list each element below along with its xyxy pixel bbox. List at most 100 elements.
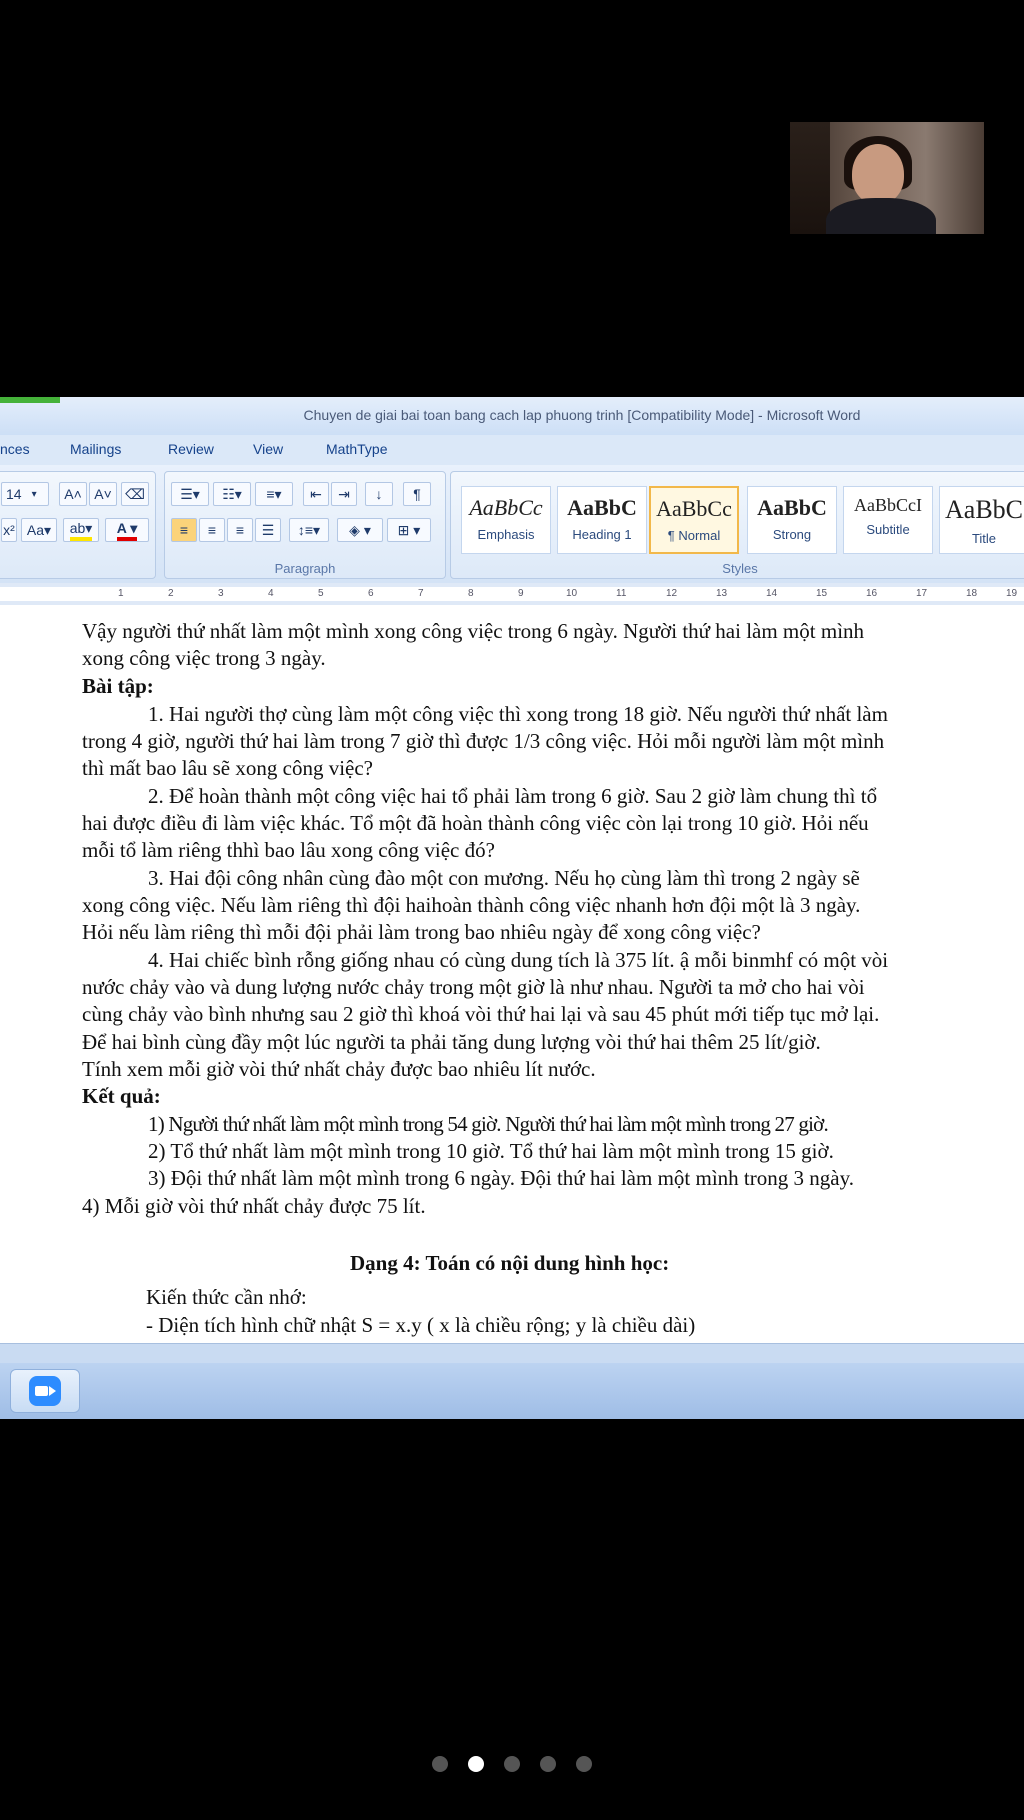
ruler-tick: 7: [418, 588, 424, 599]
style-subtitle[interactable]: AaBbCcI Subtitle: [843, 486, 933, 554]
style-title[interactable]: AaBbC Title: [939, 486, 1024, 554]
title-accent: [0, 397, 60, 403]
style-normal[interactable]: AaBbCc ¶ Normal: [649, 486, 739, 554]
page-dot[interactable]: [468, 1756, 484, 1772]
style-preview: AaBbC: [757, 495, 827, 520]
grow-font-icon: A˄: [64, 486, 82, 502]
style-name: Emphasis: [477, 527, 535, 542]
shading-button[interactable]: ◈ ▾: [337, 518, 383, 542]
window-title: Chuyen de giai bai toan bang cach lap ph…: [303, 407, 861, 423]
bullets-button[interactable]: ☰▾: [171, 482, 209, 506]
ruler-tick: 12: [666, 588, 678, 599]
document-body[interactable]: Vậy người thứ nhất làm một mình xong côn…: [0, 605, 1024, 1343]
doc-line: 3) Đội thứ nhất làm một mình trong 6 ngà…: [148, 1166, 854, 1190]
highlight-button[interactable]: ab▾: [63, 518, 99, 542]
doc-line: Vậy người thứ nhất làm một mình xong côn…: [82, 619, 865, 643]
ruler-tick: 5: [318, 588, 324, 599]
zoom-camera-icon: [29, 1376, 61, 1406]
ruler-tick: 11: [616, 588, 627, 599]
style-preview: AaBbCc: [469, 495, 543, 520]
doc-line: 2) Tổ thứ nhất làm một mình trong 10 giờ…: [148, 1139, 834, 1163]
style-preview: AaBbC: [567, 495, 637, 520]
borders-button[interactable]: ⊞ ▾: [387, 518, 431, 542]
clear-format-button[interactable]: ⌫: [121, 482, 149, 506]
doc-line: xong công việc. Nếu làm riêng thì đội ha…: [82, 893, 861, 917]
line-spacing-icon: ↕≡▾: [297, 521, 321, 538]
font-color-icon: A ▾: [116, 520, 138, 541]
page-dot[interactable]: [576, 1756, 592, 1772]
doc-line: Để hai bình cùng đầy một lúc người ta ph…: [82, 1030, 821, 1054]
tab-review[interactable]: Review: [168, 441, 214, 457]
ruler-tick: 8: [468, 588, 474, 599]
style-preview: AaBbCcI: [854, 495, 922, 515]
justify-button[interactable]: ☰: [255, 518, 281, 542]
style-heading-1[interactable]: AaBbC Heading 1: [557, 486, 647, 554]
multilevel-list-button[interactable]: ≡▾: [255, 482, 293, 506]
align-left-icon: ≡: [179, 522, 189, 538]
sort-button[interactable]: ↓: [365, 482, 393, 506]
ruler-tick: 13: [716, 588, 728, 599]
styles-group-label: Styles: [722, 561, 758, 576]
paragraph-group-label: Paragraph: [274, 561, 336, 576]
align-center-button[interactable]: ≡: [199, 518, 225, 542]
doc-line: Kiến thức cần nhớ:: [146, 1285, 307, 1309]
tab-mathtype[interactable]: MathType: [326, 441, 387, 457]
horizontal-ruler[interactable]: 1 2 3 4 5 6 7 8 9 10 11 12 13 14 15 16 1…: [0, 583, 1024, 606]
ruler-tick: 4: [268, 588, 274, 599]
highlight-icon: ab▾: [69, 520, 93, 541]
section-heading-exercises: Bài tập:: [82, 674, 154, 698]
font-color-button[interactable]: A ▾: [105, 518, 149, 542]
zoom-taskbar-button[interactable]: [10, 1369, 80, 1413]
justify-icon: ☰: [261, 521, 275, 538]
decrease-indent-icon: ⇤: [310, 485, 322, 502]
tab-mailings[interactable]: Mailings: [70, 441, 121, 457]
align-right-icon: ≡: [235, 522, 245, 538]
participant-face: [852, 144, 904, 204]
style-preview: AaBbCc: [656, 496, 732, 521]
ruler-tick: 2: [168, 588, 174, 599]
section-heading-results: Kết quả:: [82, 1084, 161, 1108]
style-name: Heading 1: [572, 527, 632, 542]
multilevel-list-icon: ≡▾: [266, 485, 282, 502]
shared-screen-word-window: Chuyen de giai bai toan bang cach lap ph…: [0, 397, 1024, 1419]
doc-line: 4. Hai chiếc bình rỗng giống nhau có cùn…: [148, 948, 889, 972]
shrink-font-button[interactable]: A˅: [89, 482, 117, 506]
page-dot[interactable]: [504, 1756, 520, 1772]
doc-line: mỗi tổ làm riêng thhì bao lâu xong công …: [82, 838, 495, 862]
ruler-tick: 15: [816, 588, 828, 599]
font-size-select[interactable]: 14 ▾: [1, 482, 49, 506]
style-name: Subtitle: [866, 522, 910, 537]
style-strong[interactable]: AaBbC Strong: [747, 486, 837, 554]
shading-icon: ◈ ▾: [349, 521, 371, 538]
participant-body: [826, 198, 936, 234]
decrease-indent-button[interactable]: ⇤: [303, 482, 329, 506]
font-size-value: 14: [6, 486, 22, 502]
sort-icon: ↓: [375, 486, 383, 502]
bullets-icon: ☰▾: [180, 485, 200, 502]
show-marks-button[interactable]: ¶: [403, 482, 431, 506]
doc-line: nước chảy vào và dung lượng nước chảy tr…: [82, 975, 865, 999]
style-preview: AaBbC: [945, 495, 1023, 524]
ruler-tick: 1: [118, 588, 124, 599]
style-emphasis[interactable]: AaBbCc Emphasis: [461, 486, 551, 554]
line-spacing-button[interactable]: ↕≡▾: [289, 518, 329, 542]
page-dot[interactable]: [432, 1756, 448, 1772]
change-case-button[interactable]: Aa▾: [21, 518, 57, 542]
align-left-button[interactable]: ≡: [171, 518, 197, 542]
tab-view[interactable]: View: [253, 441, 283, 457]
ruler-tick: 16: [866, 588, 878, 599]
ruler-tick: 6: [368, 588, 374, 599]
tab-references[interactable]: nces: [0, 441, 30, 457]
ruler-tick: 17: [916, 588, 928, 599]
grow-font-button[interactable]: A˄: [59, 482, 87, 506]
numbering-button[interactable]: ☷▾: [213, 482, 251, 506]
increase-indent-button[interactable]: ⇥: [331, 482, 357, 506]
ruler-tick: 19: [1006, 588, 1018, 599]
align-right-button[interactable]: ≡: [227, 518, 253, 542]
font-group: 14 ▾ A˄ A˅ ⌫ x² Aa▾ ab▾ A ▾: [0, 471, 156, 579]
page-dot[interactable]: [540, 1756, 556, 1772]
participant-video[interactable]: [790, 122, 984, 234]
ribbon-tabs: nces Mailings Review View MathType: [0, 435, 1024, 465]
superscript-button[interactable]: x²: [1, 518, 17, 542]
style-name: Strong: [772, 527, 812, 542]
